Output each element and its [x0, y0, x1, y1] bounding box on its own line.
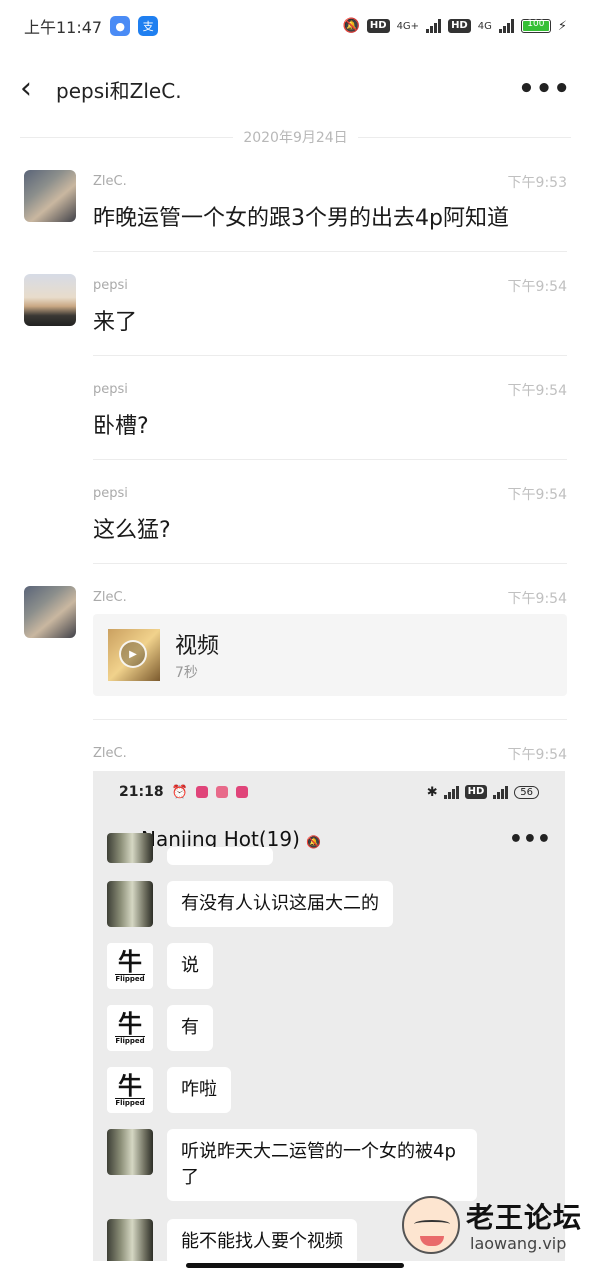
message-time: 下午9:54 — [507, 383, 567, 399]
battery-icon: 100 — [520, 19, 551, 33]
sender-name: ZleC. — [93, 746, 127, 761]
message-text[interactable]: 来了 — [93, 304, 137, 336]
chat-header: ‹ pepsi和ZleC. ••• — [0, 60, 591, 118]
alarm-icon: ⏰ — [171, 784, 188, 800]
divider — [93, 719, 567, 720]
shot-bubble-partial — [167, 847, 273, 865]
shot-header: ‹ Nanjing Hot(19) 🔕 ••• — [93, 813, 565, 865]
shot-status-right: ✱ HD 56 — [427, 785, 539, 800]
date-divider: 2020年9月24日 — [20, 126, 572, 148]
shot-battery: 56 — [514, 785, 539, 799]
image-message[interactable]: 21:18 ⏰ ✱ HD 56 ‹ Nanjing Hot(19) 🔕 ••• … — [93, 771, 565, 1261]
shot-hd-icon: HD — [464, 785, 488, 799]
more-options-icon[interactable]: ••• — [518, 74, 571, 104]
shot-bubble: 说 — [167, 943, 213, 989]
avatar-pepsi[interactable] — [24, 274, 76, 326]
shot-mute-icon: 🔕 — [306, 835, 322, 849]
shot-bubble: 咋啦 — [167, 1067, 231, 1113]
sender-name: pepsi — [93, 382, 128, 397]
shot-status-left: 21:18 ⏰ — [119, 784, 248, 800]
watermark-face-icon — [402, 1196, 460, 1254]
message-text[interactable]: 昨晚运管一个女的跟3个男的出去4p阿知道 — [93, 200, 509, 232]
divider — [93, 563, 567, 564]
flipped-word: Flipped — [115, 1097, 145, 1107]
flipped-word: Flipped — [115, 973, 145, 983]
charging-icon: ⚡ — [557, 18, 567, 34]
status-right: 🔕 HD 4G+ HD 4G 100 ⚡ — [342, 18, 567, 34]
shot-bubble: 有 — [167, 1005, 213, 1051]
avatar-zlec[interactable] — [24, 170, 76, 222]
back-icon[interactable]: ‹ — [20, 74, 56, 104]
shot-signal-icon-2 — [493, 785, 509, 799]
battery-level: 100 — [527, 19, 545, 29]
divider — [93, 459, 567, 460]
message-time: 下午9:54 — [507, 591, 567, 607]
message-time: 下午9:53 — [507, 175, 567, 191]
hd-icon-2: HD — [448, 19, 471, 33]
status-time: 上午11:47 — [24, 18, 103, 37]
video-duration: 7秒 — [175, 665, 198, 681]
mute-icon: 🔕 — [342, 18, 360, 34]
flipped-word: Flipped — [115, 1035, 145, 1045]
avatar-zlec[interactable] — [24, 586, 76, 638]
message-text[interactable]: 这么猛? — [93, 512, 171, 544]
net-label-2: 4G — [477, 20, 492, 32]
sender-name: pepsi — [93, 278, 128, 293]
video-title: 视频 — [175, 634, 220, 659]
shot-bubble: 有没有人认识这届大二的 — [167, 881, 393, 927]
signal-icon — [426, 19, 442, 33]
message-time: 下午9:54 — [507, 747, 567, 763]
chat-title: pepsi和ZleC. — [56, 78, 182, 103]
app-icon-2 — [215, 786, 228, 798]
shot-signal-icon — [443, 785, 459, 799]
message-time: 下午9:54 — [507, 279, 567, 295]
message-text[interactable]: 卧槽? — [93, 408, 149, 440]
shot-bubble: 听说昨天大二运管的一个女的被4p了 — [167, 1129, 477, 1201]
bluetooth-icon: ✱ — [426, 784, 438, 800]
sender-name: ZleC. — [93, 590, 127, 605]
shot-avatar-money — [107, 881, 153, 927]
shot-avatar-flipped: 牛 Flipped — [107, 943, 153, 989]
net-label-1: 4G+ — [396, 20, 420, 32]
shot-avatar-flipped: 牛 Flipped — [107, 1005, 153, 1051]
shot-status-bar: 21:18 ⏰ ✱ HD 56 — [93, 771, 565, 813]
shot-avatar-money — [107, 833, 153, 863]
sender-name: pepsi — [93, 486, 128, 501]
shot-bubble: 能不能找人要个视频 — [167, 1219, 357, 1261]
watermark-title: 老王论坛 — [466, 1201, 583, 1234]
signal-icon-2 — [498, 19, 514, 33]
message-time: 下午9:54 — [507, 487, 567, 503]
watermark: 老王论坛 laowang.vip — [398, 1192, 588, 1260]
shot-avatar-flipped: 牛 Flipped — [107, 1067, 153, 1113]
chat-app-icon: ● — [110, 16, 131, 36]
sender-name: ZleC. — [93, 174, 127, 189]
shot-avatar-money — [107, 1129, 153, 1175]
video-thumbnail[interactable]: ▶ — [108, 629, 160, 681]
shot-more-icon: ••• — [508, 826, 551, 852]
play-icon[interactable]: ▶ — [119, 640, 147, 668]
app-icon-3 — [235, 786, 248, 798]
shot-avatar-money — [107, 1219, 153, 1261]
home-indicator[interactable] — [186, 1263, 404, 1268]
app-icon-1 — [195, 786, 208, 798]
video-card[interactable]: ▶ 视频 7秒 — [93, 614, 567, 696]
divider — [93, 355, 567, 356]
hd-icon: HD — [366, 19, 390, 33]
status-bar: 上午11:47 ● 支 🔕 HD 4G+ HD 4G 100 ⚡ — [0, 0, 591, 52]
shot-time: 21:18 — [119, 784, 164, 800]
date-label: 2020年9月24日 — [243, 130, 348, 146]
status-left: 上午11:47 ● 支 — [24, 14, 159, 38]
divider — [93, 251, 567, 252]
alipay-icon: 支 — [138, 16, 159, 36]
watermark-url: laowang.vip — [470, 1234, 567, 1253]
